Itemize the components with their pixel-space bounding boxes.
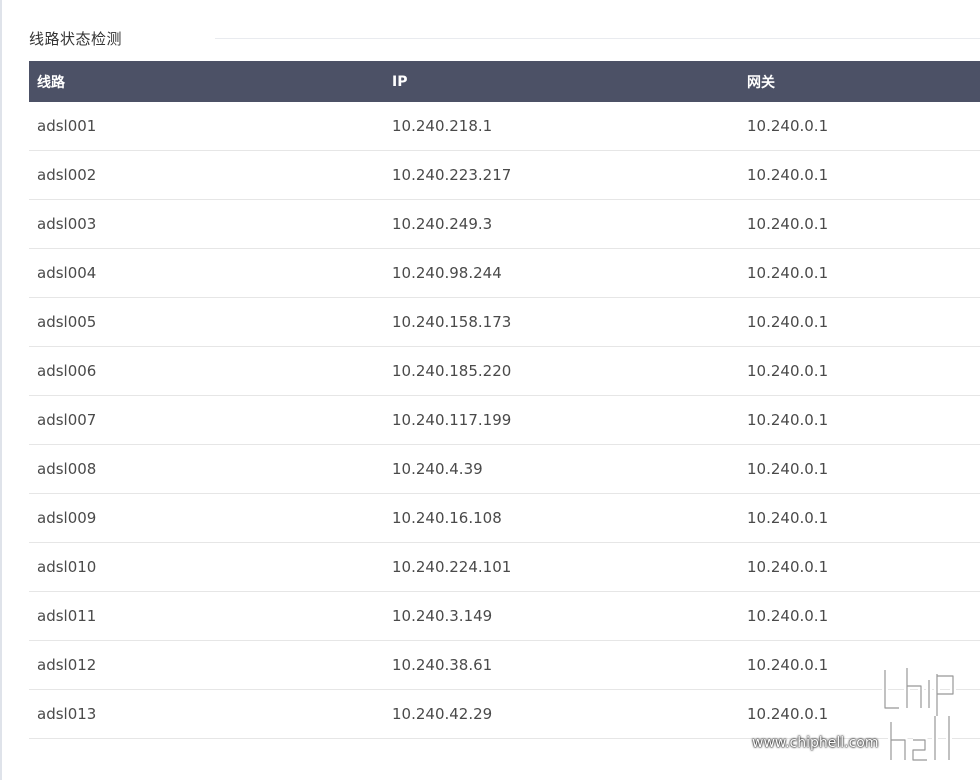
watermark-url: www.chiphell.com	[752, 735, 879, 751]
cell-line: adsl005	[37, 313, 97, 331]
cell-gateway: 10.240.0.1	[747, 117, 829, 135]
cell-ip: 10.240.16.108	[392, 509, 502, 527]
cell-ip: 10.240.223.217	[392, 166, 512, 184]
cell-line: adsl006	[37, 362, 97, 380]
cell-ip: 10.240.224.101	[392, 558, 512, 576]
cell-ip: 10.240.3.149	[392, 607, 493, 625]
cell-gateway: 10.240.0.1	[747, 166, 829, 184]
cell-line: adsl013	[37, 705, 97, 723]
cell-line: adsl004	[37, 264, 97, 282]
chiphell-watermark: www.chiphell.com	[752, 660, 976, 770]
cell-gateway: 10.240.0.1	[747, 264, 829, 282]
table-row[interactable]: adsl011 10.240.3.149 10.240.0.1	[29, 592, 980, 641]
cell-ip: 10.240.38.61	[392, 656, 493, 674]
table-row[interactable]: adsl006 10.240.185.220 10.240.0.1	[29, 347, 980, 396]
cell-line: adsl002	[37, 166, 97, 184]
page: 线路状态检测 线路 IP 网关 adsl001 10.240.218.1 10.…	[0, 0, 980, 780]
cell-line: adsl001	[37, 117, 97, 135]
cell-gateway: 10.240.0.1	[747, 509, 829, 527]
section-title: 线路状态检测	[29, 30, 123, 48]
cell-gateway: 10.240.0.1	[747, 411, 829, 429]
section-divider	[215, 38, 980, 39]
cell-gateway: 10.240.0.1	[747, 313, 829, 331]
cell-line: adsl011	[37, 607, 97, 625]
table-row[interactable]: adsl003 10.240.249.3 10.240.0.1	[29, 200, 980, 249]
table-row[interactable]: adsl007 10.240.117.199 10.240.0.1	[29, 396, 980, 445]
table-row[interactable]: adsl009 10.240.16.108 10.240.0.1	[29, 494, 980, 543]
column-header-line[interactable]: 线路	[29, 72, 384, 92]
cell-line: adsl008	[37, 460, 97, 478]
table-row[interactable]: adsl002 10.240.223.217 10.240.0.1	[29, 151, 980, 200]
cell-line: adsl010	[37, 558, 97, 576]
cell-ip: 10.240.249.3	[392, 215, 493, 233]
cell-line: adsl012	[37, 656, 97, 674]
line-status-table: 线路 IP 网关 adsl001 10.240.218.1 10.240.0.1…	[29, 61, 980, 739]
cell-ip: 10.240.158.173	[392, 313, 512, 331]
table-row[interactable]: adsl010 10.240.224.101 10.240.0.1	[29, 543, 980, 592]
cell-ip: 10.240.42.29	[392, 705, 493, 723]
cell-gateway: 10.240.0.1	[747, 460, 829, 478]
left-border	[0, 0, 2, 780]
cell-ip: 10.240.218.1	[392, 117, 493, 135]
cell-gateway: 10.240.0.1	[747, 558, 829, 576]
cell-ip: 10.240.185.220	[392, 362, 512, 380]
cell-gateway: 10.240.0.1	[747, 362, 829, 380]
cell-line: adsl007	[37, 411, 97, 429]
table-row[interactable]: adsl008 10.240.4.39 10.240.0.1	[29, 445, 980, 494]
cell-ip: 10.240.117.199	[392, 411, 512, 429]
column-header-ip[interactable]: IP	[384, 74, 739, 90]
table-header: 线路 IP 网关	[29, 61, 980, 102]
cell-line: adsl009	[37, 509, 97, 527]
cell-ip: 10.240.4.39	[392, 460, 483, 478]
cell-line: adsl003	[37, 215, 97, 233]
cell-gateway: 10.240.0.1	[747, 607, 829, 625]
cell-ip: 10.240.98.244	[392, 264, 502, 282]
cell-gateway: 10.240.0.1	[747, 215, 829, 233]
table-row[interactable]: adsl005 10.240.158.173 10.240.0.1	[29, 298, 980, 347]
table-row[interactable]: adsl004 10.240.98.244 10.240.0.1	[29, 249, 980, 298]
column-header-gateway[interactable]: 网关	[739, 72, 980, 92]
table-row[interactable]: adsl001 10.240.218.1 10.240.0.1	[29, 102, 980, 151]
chiphell-logo-icon	[882, 668, 956, 763]
